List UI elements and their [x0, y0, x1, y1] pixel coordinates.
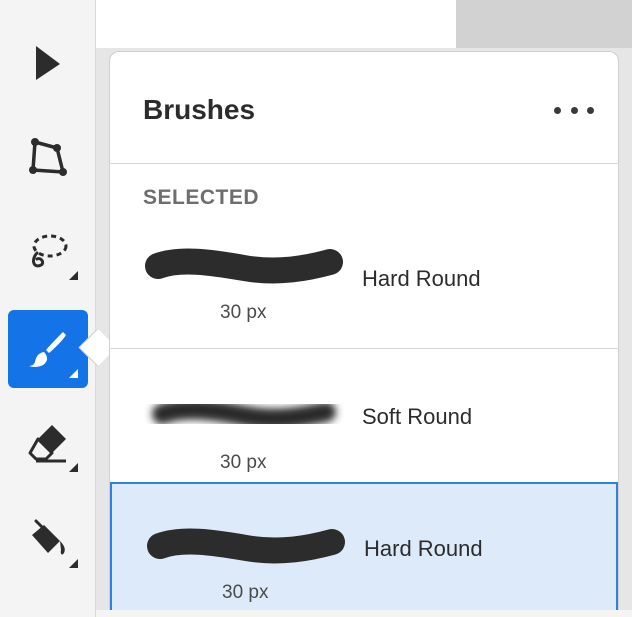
more-options-button[interactable]	[554, 98, 594, 122]
lasso-icon	[32, 234, 68, 268]
bottom-strip	[96, 610, 632, 617]
tool-select[interactable]	[8, 24, 88, 102]
tool-fill[interactable]	[8, 500, 88, 578]
brush-item-hard-round[interactable]: Hard Round 30 px	[110, 482, 618, 612]
pen-path-icon	[29, 138, 67, 176]
brush-item-soft-round[interactable]: Soft Round 30 px	[110, 352, 618, 478]
submenu-indicator	[69, 559, 78, 568]
brush-stroke-preview	[145, 248, 343, 284]
brush-name: Soft Round	[362, 404, 473, 429]
brush-stroke-preview	[147, 528, 345, 564]
arrow-icon	[36, 46, 60, 80]
tool-bar	[0, 0, 96, 617]
tool-pen[interactable]	[8, 118, 88, 196]
brush-icon	[29, 332, 66, 367]
brush-size: 30 px	[220, 452, 267, 473]
panel-title: Brushes	[143, 94, 256, 125]
brush-size: 30 px	[220, 302, 267, 323]
submenu-indicator	[69, 463, 78, 472]
selected-brush-item[interactable]: Hard Round 30 px	[110, 236, 618, 346]
header-divider	[110, 163, 618, 164]
submenu-indicator	[69, 271, 78, 280]
tool-brush[interactable]	[8, 310, 88, 388]
brushes-panel: Brushes SELECTED Hard Round 30 px Soft R…	[109, 51, 619, 617]
canvas-pasteboard[interactable]	[456, 0, 632, 48]
tool-lasso[interactable]	[8, 212, 88, 290]
brush-name: Hard Round	[362, 266, 481, 291]
section-label: SELECTED	[143, 186, 260, 209]
brush-name: Hard Round	[364, 536, 483, 561]
canvas-document[interactable]	[96, 0, 456, 48]
submenu-indicator	[69, 369, 78, 378]
eraser-icon	[28, 425, 66, 463]
tool-eraser[interactable]	[8, 404, 88, 482]
paint-bucket-icon	[32, 519, 65, 555]
more-icon	[554, 106, 561, 114]
row-divider	[110, 348, 618, 349]
brush-size: 30 px	[222, 582, 269, 603]
brush-stroke-preview	[152, 399, 336, 429]
